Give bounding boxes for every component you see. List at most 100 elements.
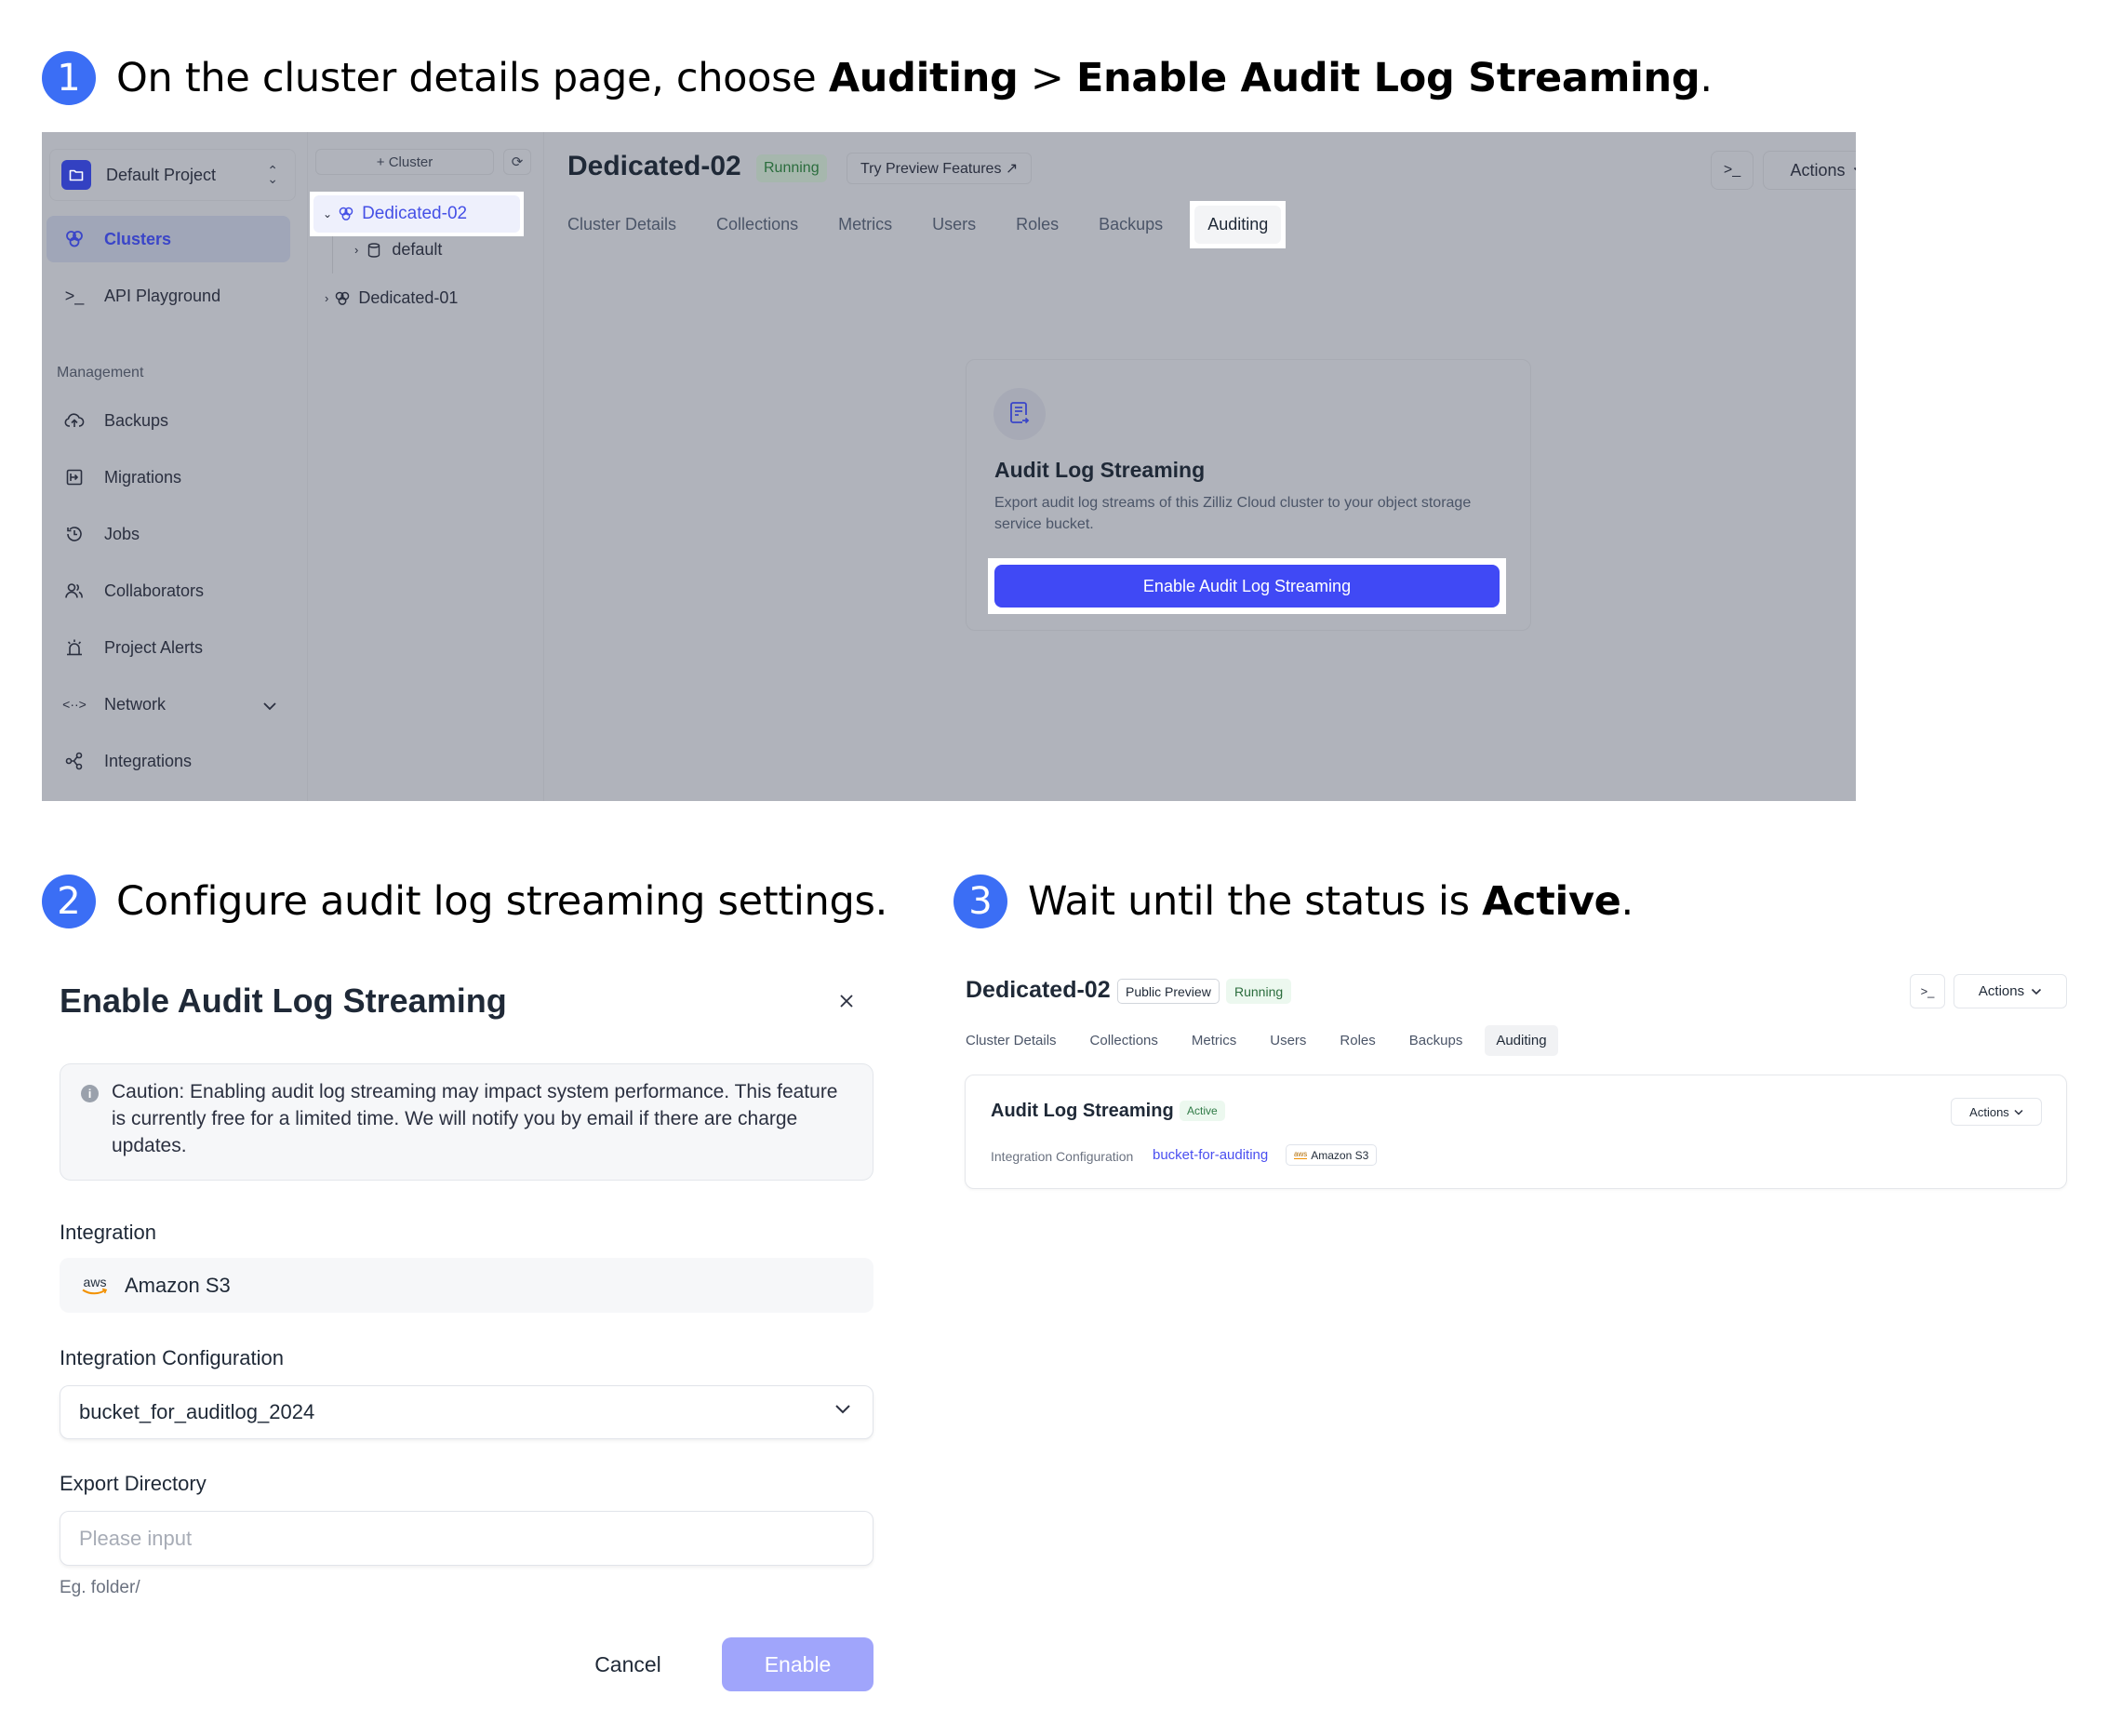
sidebar-item-label: Network bbox=[104, 694, 167, 714]
sidebar-item-project-alerts[interactable]: Project Alerts bbox=[47, 624, 290, 671]
chevron-down-icon[interactable] bbox=[262, 696, 277, 715]
tree-item-label: default bbox=[392, 240, 443, 259]
tab-cluster-details[interactable]: Cluster Details bbox=[966, 1033, 1057, 1048]
export-directory-label: Export Directory bbox=[60, 1472, 207, 1495]
card-title: Audit Log Streaming bbox=[994, 458, 1206, 482]
tab-roles[interactable]: Roles bbox=[1016, 215, 1059, 234]
tab-users[interactable]: Users bbox=[1270, 1033, 1306, 1048]
sidebar-item-api-playground[interactable]: >_ API Playground bbox=[47, 273, 290, 319]
terminal-button[interactable]: >_ bbox=[1711, 151, 1754, 190]
active-status-badge: Active bbox=[1180, 1101, 1225, 1121]
step-3-text: Wait until the status is Active. bbox=[1028, 878, 1634, 925]
export-directory-input[interactable] bbox=[60, 1511, 873, 1566]
sidebar-item-clusters[interactable]: Clusters bbox=[47, 216, 290, 262]
document-export-icon bbox=[993, 388, 1046, 440]
actions-button[interactable]: Actions bbox=[1763, 151, 1856, 190]
sidebar-item-migrations[interactable]: Migrations bbox=[47, 454, 290, 501]
modal-title: Enable Audit Log Streaming bbox=[60, 982, 507, 1020]
enable-audit-log-streaming-button[interactable]: Enable Audit Log Streaming bbox=[994, 565, 1500, 608]
info-icon: i bbox=[81, 1085, 99, 1102]
try-preview-features-button[interactable]: Try Preview Features ↗ bbox=[847, 153, 1033, 184]
tab-backups[interactable]: Backups bbox=[1409, 1033, 1463, 1048]
aws-logo-icon: aws bbox=[78, 1275, 112, 1296]
audit-log-streaming-card: Audit Log Streaming Export audit log str… bbox=[966, 359, 1531, 631]
terminal-button[interactable]: >_ bbox=[1910, 974, 1945, 1008]
enable-button[interactable]: Enable bbox=[722, 1637, 873, 1691]
history-icon bbox=[63, 525, 86, 543]
tab-collections[interactable]: Collections bbox=[716, 215, 798, 234]
step-3-heading: 3 Wait until the status is Active. bbox=[953, 875, 1634, 928]
add-cluster-button[interactable]: + Cluster bbox=[315, 149, 494, 175]
card-actions-button[interactable]: Actions bbox=[1951, 1098, 2042, 1126]
tree-item-label: Dedicated-01 bbox=[358, 288, 459, 307]
highlight-frame: Enable Audit Log Streaming bbox=[988, 558, 1506, 614]
project-name: Default Project bbox=[106, 165, 217, 184]
share-icon bbox=[63, 752, 86, 770]
cluster-tabs: Cluster Details Collections Metrics User… bbox=[567, 199, 1287, 249]
cluster-main-panel: Dedicated-02 Running Try Preview Feature… bbox=[544, 132, 1856, 801]
refresh-button[interactable]: ⟳ bbox=[503, 149, 531, 175]
chevron-up-down-icon: ⌃ ⌄ bbox=[267, 163, 278, 186]
tab-cluster-details[interactable]: Cluster Details bbox=[567, 215, 676, 234]
audit-log-streaming-status-card: Audit Log Streaming Active Integration C… bbox=[965, 1075, 2067, 1189]
step-number-badge: 3 bbox=[953, 875, 1007, 928]
integration-label: Integration bbox=[60, 1221, 156, 1244]
export-directory-hint: Eg. folder/ bbox=[60, 1578, 140, 1597]
tree-item-dedicated-01[interactable]: › Dedicated-01 bbox=[325, 288, 458, 308]
tree-item-dedicated-02[interactable]: ⌄ Dedicated-02 bbox=[310, 192, 524, 236]
cluster-tree-panel: + Cluster ⟳ ⌄ Dedicated-02 › default › D… bbox=[307, 132, 544, 801]
integration-configuration-label: Integration Configuration bbox=[991, 1149, 1134, 1164]
chevron-right-icon: › bbox=[354, 243, 359, 257]
folder-icon bbox=[61, 160, 91, 190]
tree-item-default[interactable]: › default bbox=[354, 240, 442, 260]
sidebar-item-label: Integrations bbox=[104, 751, 193, 770]
tree-item-label: Dedicated-02 bbox=[362, 204, 468, 223]
sidebar-item-label: Backups bbox=[104, 410, 169, 430]
tab-metrics[interactable]: Metrics bbox=[838, 215, 892, 234]
chevron-down-icon bbox=[2014, 1109, 2023, 1115]
management-section-label: Management bbox=[57, 365, 144, 381]
caution-alert: i Caution: Enabling audit log streaming … bbox=[60, 1063, 873, 1181]
cluster-title: Dedicated-02 bbox=[966, 977, 1111, 1003]
cluster-details-screenshot: Default Project ⌃ ⌄ Clusters >_ API Playg… bbox=[42, 132, 1856, 801]
aws-logo-icon: aws bbox=[1294, 1150, 1308, 1159]
actions-label: Actions bbox=[1790, 160, 1846, 180]
tab-users[interactable]: Users bbox=[932, 215, 976, 234]
sidebar-item-label: Project Alerts bbox=[104, 637, 204, 657]
actions-button[interactable]: Actions bbox=[1954, 974, 2067, 1008]
public-preview-badge: Public Preview bbox=[1117, 979, 1220, 1004]
selected-value: bucket_for_auditlog_2024 bbox=[79, 1400, 315, 1423]
integration-configuration-link[interactable]: bucket-for-auditing bbox=[1153, 1147, 1268, 1163]
integration-configuration-select[interactable]: bucket_for_auditlog_2024 bbox=[60, 1385, 873, 1439]
status-badge: Running bbox=[756, 154, 827, 182]
project-selector[interactable]: Default Project ⌃ ⌄ bbox=[49, 149, 296, 201]
tab-backups[interactable]: Backups bbox=[1099, 215, 1163, 234]
sidebar-item-collaborators[interactable]: Collaborators bbox=[47, 568, 290, 614]
database-icon bbox=[368, 242, 380, 258]
tab-collections[interactable]: Collections bbox=[1090, 1033, 1158, 1048]
step-number-badge: 1 bbox=[42, 51, 96, 105]
sidebar-item-jobs[interactable]: Jobs bbox=[47, 511, 290, 557]
close-icon bbox=[840, 995, 853, 1008]
status-badge: Running bbox=[1226, 979, 1292, 1004]
chevron-down-icon bbox=[2032, 988, 2042, 995]
clusters-icon bbox=[336, 291, 350, 305]
provider-name: Amazon S3 bbox=[1311, 1148, 1369, 1162]
sidebar-item-integrations[interactable]: Integrations bbox=[47, 738, 290, 784]
migrate-icon bbox=[63, 469, 86, 486]
terminal-icon: >_ bbox=[1920, 984, 1935, 998]
tab-roles[interactable]: Roles bbox=[1340, 1033, 1375, 1048]
sidebar-item-network[interactable]: <··> Network bbox=[47, 681, 290, 728]
sidebar-item-backups[interactable]: Backups bbox=[47, 397, 290, 444]
integration-configuration-label: Integration Configuration bbox=[60, 1346, 284, 1369]
tab-auditing[interactable]: Auditing bbox=[1190, 200, 1287, 248]
sidebar-item-label: Migrations bbox=[104, 467, 182, 487]
tab-auditing[interactable]: Auditing bbox=[1485, 1024, 1558, 1056]
chevron-down-icon: ⌄ bbox=[323, 207, 333, 220]
close-button[interactable] bbox=[839, 986, 854, 1015]
integration-field: aws Amazon S3 bbox=[60, 1258, 873, 1313]
cancel-button[interactable]: Cancel bbox=[567, 1637, 688, 1691]
step-1-text: On the cluster details page, choose Audi… bbox=[116, 55, 1713, 101]
tab-metrics[interactable]: Metrics bbox=[1192, 1033, 1236, 1048]
integration-value: Amazon S3 bbox=[125, 1273, 231, 1297]
